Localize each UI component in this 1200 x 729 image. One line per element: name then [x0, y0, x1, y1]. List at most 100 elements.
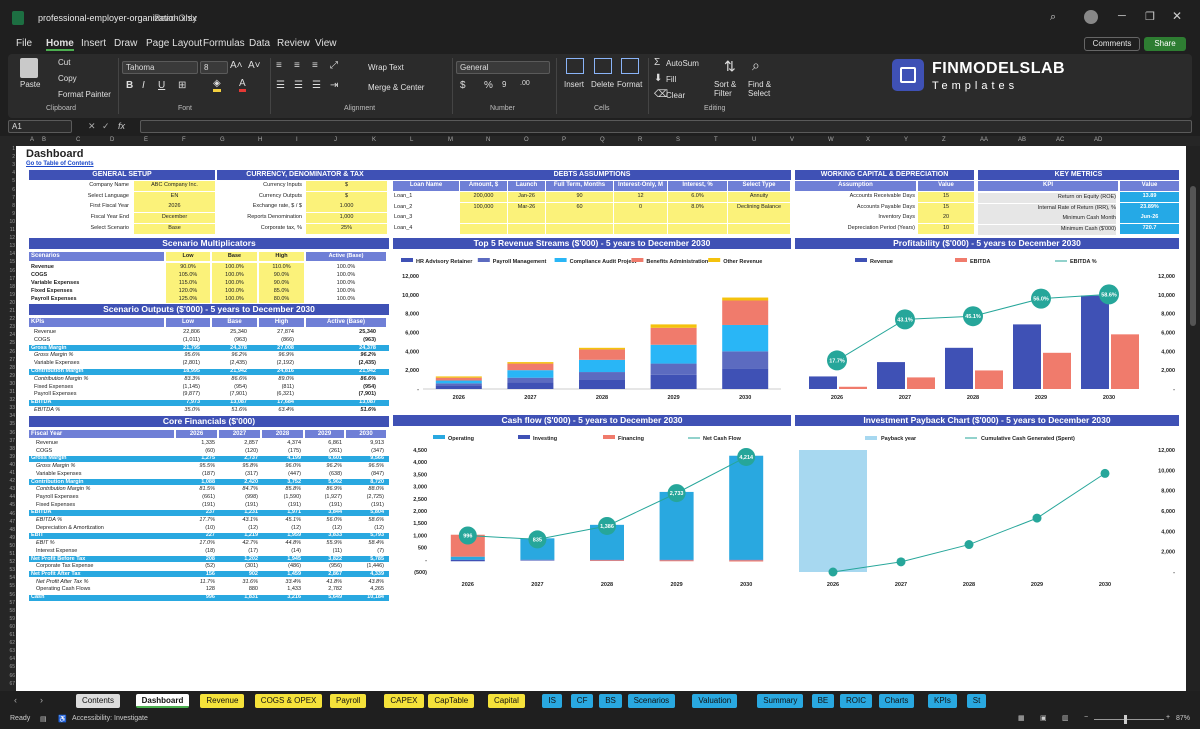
column-header-i[interactable]: I [296, 137, 298, 143]
delete-cells-icon[interactable] [594, 58, 612, 74]
scen-value[interactable]: 100.0% [212, 279, 257, 287]
row-header[interactable]: 45 [0, 502, 15, 508]
currency-input[interactable]: $ [306, 191, 387, 202]
row-header[interactable]: 63 [0, 648, 15, 654]
loan-input[interactable]: 200,000 [460, 192, 507, 202]
menu-tab-formulas[interactable]: Formulas [203, 38, 245, 49]
row-header[interactable]: 51 [0, 551, 15, 557]
read-only-label[interactable]: Read-Only [154, 13, 197, 23]
row-header[interactable]: 2 [0, 154, 15, 160]
scen-value[interactable]: 90.0% [166, 263, 210, 271]
loan-input[interactable] [546, 224, 613, 235]
row-header[interactable]: 1 [0, 146, 15, 152]
column-header-z[interactable]: Z [942, 137, 946, 143]
row-header[interactable]: 11 [0, 227, 15, 233]
increase-decimal-icon[interactable]: .00 [520, 80, 530, 87]
comments-button[interactable]: Comments [1084, 37, 1140, 51]
row-header[interactable]: 24 [0, 332, 15, 338]
macro-icon[interactable]: ▤ [40, 715, 47, 723]
cut-button[interactable]: Cut [58, 58, 70, 67]
sort-filter-icon[interactable]: ⇅ [724, 58, 736, 75]
currency-icon[interactable]: $ [460, 80, 466, 91]
name-box[interactable]: A1 [8, 120, 72, 133]
loan-input[interactable] [546, 213, 613, 224]
loan-input[interactable]: 12 [614, 192, 667, 202]
loan-input[interactable] [460, 213, 507, 224]
loan-input[interactable] [728, 213, 790, 224]
sheet-tab-summary[interactable]: Summary [757, 694, 804, 708]
align-left-icon[interactable]: ☰ [276, 80, 285, 91]
italic-icon[interactable]: I [142, 80, 145, 91]
menu-tab-home[interactable]: Home [46, 38, 74, 51]
row-header[interactable]: 5 [0, 178, 15, 184]
row-header[interactable]: 4 [0, 170, 15, 176]
align-top-icon[interactable]: ≡ [276, 60, 282, 71]
loan-input[interactable]: Declining Balance [728, 202, 790, 213]
worksheet[interactable]: Dashboard Go to Table of Contents GENERAL … [16, 146, 1186, 691]
sheet-tab-capital[interactable]: Capital [488, 694, 525, 708]
setup-input[interactable]: 2026 [134, 202, 215, 213]
sheet-tab-scenarios[interactable]: Scenarios [627, 694, 676, 708]
column-header-t[interactable]: T [714, 137, 718, 143]
loan-input[interactable] [614, 224, 667, 235]
scen-value[interactable]: 90.0% [259, 271, 304, 279]
normal-view-icon[interactable]: ▦ [1018, 714, 1025, 722]
row-header[interactable]: 58 [0, 608, 15, 614]
row-header[interactable]: 13 [0, 243, 15, 249]
wrap-text-button[interactable]: Wrap Text [368, 63, 404, 72]
accessibility-status[interactable]: Accessibility: Investigate [72, 715, 148, 722]
column-header-e[interactable]: E [144, 137, 148, 143]
shrink-font-icon[interactable]: A˅ [248, 60, 261, 71]
loan-input[interactable]: Annuity [728, 192, 790, 202]
row-header[interactable]: 7 [0, 195, 15, 201]
scen-value[interactable]: 110.0% [259, 263, 304, 271]
wc-input[interactable]: 20 [918, 213, 974, 224]
row-header[interactable]: 53 [0, 567, 15, 573]
menu-tab-file[interactable]: File [16, 38, 32, 49]
zoom-slider[interactable] [1094, 719, 1164, 720]
sheet-tab-charts[interactable]: Charts [878, 694, 915, 708]
menu-tab-draw[interactable]: Draw [114, 38, 137, 49]
loan-input[interactable]: 60 [546, 202, 613, 213]
sort-filter-button[interactable]: Sort & Filter [714, 80, 744, 98]
setup-input[interactable]: ABC Company Inc. [134, 181, 215, 191]
loan-input[interactable] [614, 213, 667, 224]
scroll-thumb[interactable] [1190, 186, 1196, 326]
paste-button[interactable]: Paste [20, 80, 40, 89]
loan-input[interactable]: Jan-26 [508, 192, 545, 202]
zoom-in-icon[interactable]: + [1166, 714, 1170, 721]
row-header[interactable]: 26 [0, 349, 15, 355]
row-header[interactable]: 36 [0, 430, 15, 436]
sheet-tab-is[interactable]: IS [542, 694, 562, 708]
currency-input[interactable]: 1,000 [306, 213, 387, 224]
row-header[interactable]: 16 [0, 268, 15, 274]
menu-tab-data[interactable]: Data [249, 38, 270, 49]
zoom-out-icon[interactable]: − [1084, 714, 1088, 721]
sheet-tab-be[interactable]: BE [811, 694, 835, 708]
loan-input[interactable]: Mar-26 [508, 202, 545, 213]
prev-sheet-icon[interactable]: ‹ [14, 695, 17, 705]
clear-button[interactable]: Clear [666, 91, 685, 100]
fx-icon[interactable]: fx [118, 121, 125, 131]
column-header-b[interactable]: B [42, 137, 46, 143]
column-header-n[interactable]: N [486, 137, 490, 143]
row-header[interactable]: 8 [0, 203, 15, 209]
column-header-h[interactable]: H [258, 137, 262, 143]
align-center-icon[interactable]: ☰ [294, 80, 303, 91]
column-header-l[interactable]: L [410, 137, 413, 143]
toc-link[interactable]: Go to Table of Contents [26, 161, 94, 167]
insert-cells-icon[interactable] [566, 58, 584, 74]
scen-value[interactable]: 85.0% [259, 287, 304, 295]
loan-input[interactable] [508, 213, 545, 224]
align-middle-icon[interactable]: ≡ [294, 60, 300, 71]
format-painter-button[interactable]: Format Painter [58, 90, 111, 99]
paste-icon[interactable] [20, 58, 38, 78]
row-header[interactable]: 27 [0, 357, 15, 363]
menu-tab-page-layout[interactable]: Page Layout [146, 38, 202, 49]
number-format-select[interactable]: General [456, 61, 550, 74]
column-header-s[interactable]: S [676, 137, 680, 143]
delete-button[interactable]: Delete [591, 80, 614, 89]
sheet-tab-kpis[interactable]: KPIs [928, 694, 957, 708]
row-header[interactable]: 50 [0, 543, 15, 549]
autosum-button[interactable]: AutoSum [666, 59, 699, 68]
